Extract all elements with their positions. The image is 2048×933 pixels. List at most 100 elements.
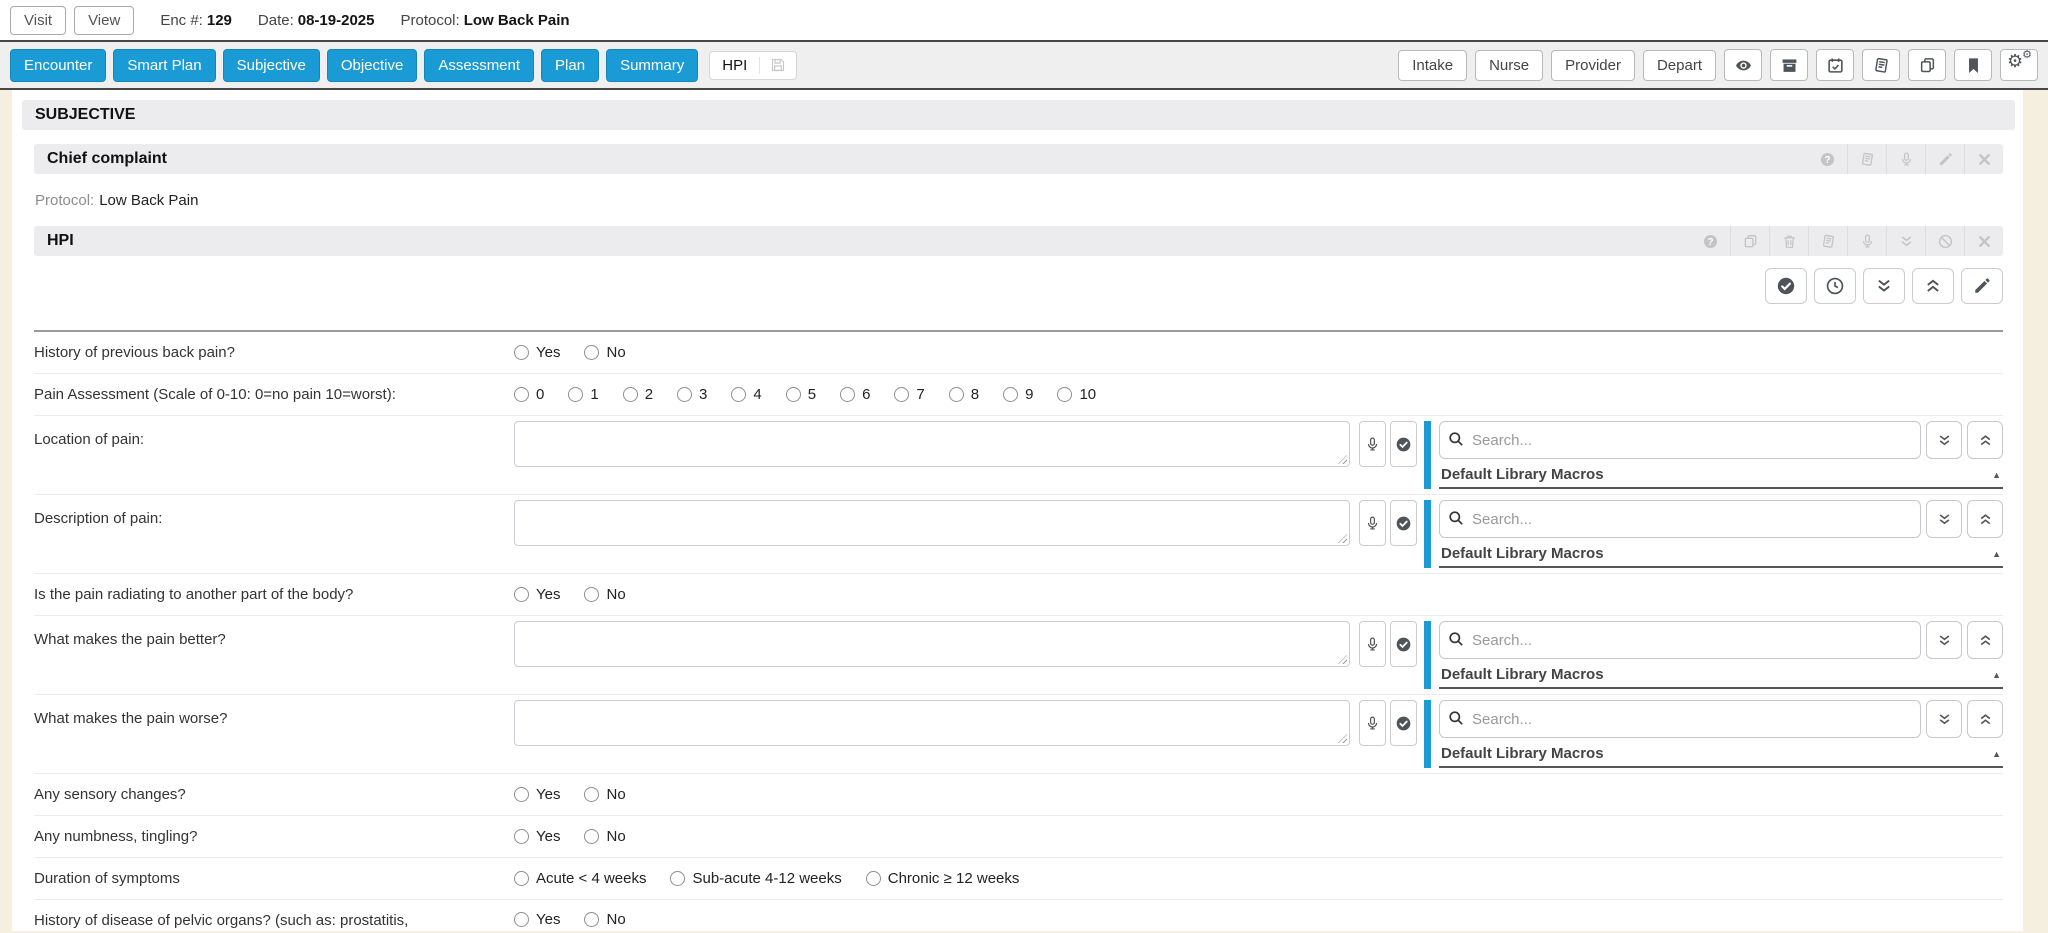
copy-forward-button[interactable] <box>1908 49 1946 81</box>
macro-search-input[interactable] <box>1439 621 1921 659</box>
nav-button-subjective[interactable]: Subjective <box>223 49 320 82</box>
radio-option[interactable]: No <box>584 911 625 928</box>
radio-option[interactable]: 9 <box>1003 386 1033 403</box>
radio-button[interactable] <box>949 387 964 402</box>
library-button[interactable] <box>1808 226 1847 256</box>
macro-collapse-all-button[interactable] <box>1967 621 2003 659</box>
radio-option[interactable]: 6 <box>840 386 870 403</box>
radio-option[interactable]: Yes <box>514 911 560 928</box>
close-button[interactable] <box>1964 226 2003 256</box>
radio-option[interactable]: 5 <box>786 386 816 403</box>
macro-search-input[interactable] <box>1439 700 1921 738</box>
archive-button[interactable] <box>1770 49 1808 81</box>
stage-button-nurse[interactable]: Nurse <box>1475 50 1543 81</box>
macro-collapse-all-button[interactable] <box>1967 700 2003 738</box>
nav-button-plan[interactable]: Plan <box>541 49 599 82</box>
radio-button[interactable] <box>840 387 855 402</box>
edit-button[interactable] <box>1925 144 1964 174</box>
radio-button[interactable] <box>514 587 529 602</box>
dictate-button[interactable] <box>1359 500 1386 546</box>
confirm-button[interactable] <box>1390 421 1417 467</box>
history-button[interactable] <box>1814 268 1856 304</box>
macro-expand-all-button[interactable] <box>1926 621 1962 659</box>
collapse-button[interactable] <box>1886 226 1925 256</box>
stage-button-depart[interactable]: Depart <box>1643 50 1716 81</box>
macro-group-header[interactable]: Default Library Macros ▲ <box>1439 661 2003 689</box>
dictate-button[interactable] <box>1359 621 1386 667</box>
bookmark-button[interactable] <box>1954 49 1992 81</box>
library-button[interactable] <box>1862 49 1900 81</box>
close-button[interactable] <box>1964 144 2003 174</box>
save-icon[interactable] <box>760 57 796 73</box>
macro-search-input[interactable] <box>1439 421 1921 459</box>
nav-button-encounter[interactable]: Encounter <box>10 49 106 82</box>
library-button[interactable] <box>1847 144 1886 174</box>
nav-button-assessment[interactable]: Assessment <box>424 49 534 82</box>
radio-option[interactable]: Yes <box>514 828 560 845</box>
radio-button[interactable] <box>568 387 583 402</box>
radio-button[interactable] <box>584 787 599 802</box>
confirm-button[interactable] <box>1390 621 1417 667</box>
radio-option[interactable]: No <box>584 828 625 845</box>
help-button[interactable]: ? <box>1691 226 1730 256</box>
macro-group-header[interactable]: Default Library Macros ▲ <box>1439 740 2003 768</box>
macro-expand-all-button[interactable] <box>1926 700 1962 738</box>
dictate-button[interactable] <box>1359 421 1386 467</box>
confirm-button[interactable] <box>1390 500 1417 546</box>
radio-button[interactable] <box>584 829 599 844</box>
dictate-button[interactable] <box>1847 226 1886 256</box>
macro-collapse-all-button[interactable] <box>1967 421 2003 459</box>
radio-button[interactable] <box>677 387 692 402</box>
radio-option[interactable]: 3 <box>677 386 707 403</box>
radio-option[interactable]: Yes <box>514 786 560 803</box>
mark-all-normal-button[interactable] <box>1765 268 1807 304</box>
stage-button-provider[interactable]: Provider <box>1551 50 1635 81</box>
radio-option[interactable]: No <box>584 344 625 361</box>
collapse-all-button[interactable] <box>1912 268 1954 304</box>
radio-option[interactable]: 10 <box>1057 386 1096 403</box>
preview-button[interactable] <box>1724 49 1762 81</box>
macro-group-header[interactable]: Default Library Macros ▲ <box>1439 461 2003 489</box>
answer-textarea[interactable] <box>514 500 1350 546</box>
radio-option[interactable]: 0 <box>514 386 544 403</box>
radio-option[interactable]: Chronic ≥ 12 weeks <box>866 870 1020 887</box>
answer-textarea[interactable] <box>514 621 1350 667</box>
macro-group-header[interactable]: Default Library Macros ▲ <box>1439 540 2003 568</box>
radio-button[interactable] <box>670 871 685 886</box>
disable-button[interactable] <box>1925 226 1964 256</box>
macro-expand-all-button[interactable] <box>1926 421 1962 459</box>
radio-option[interactable]: Yes <box>514 586 560 603</box>
nav-button-summary[interactable]: Summary <box>606 49 698 82</box>
radio-button[interactable] <box>731 387 746 402</box>
radio-button[interactable] <box>514 871 529 886</box>
radio-button[interactable] <box>514 345 529 360</box>
radio-button[interactable] <box>514 912 529 927</box>
radio-button[interactable] <box>1057 387 1072 402</box>
radio-button[interactable] <box>623 387 638 402</box>
settings-button[interactable]: ⚙⚙ <box>2000 49 2038 81</box>
delete-button[interactable] <box>1769 226 1808 256</box>
visit-button[interactable]: Visit <box>10 6 66 35</box>
radio-option[interactable]: 1 <box>568 386 598 403</box>
nav-button-smart-plan[interactable]: Smart Plan <box>113 49 215 82</box>
radio-button[interactable] <box>514 787 529 802</box>
macro-collapse-all-button[interactable] <box>1967 500 2003 538</box>
active-tab-hpi[interactable]: HPI <box>709 51 797 80</box>
radio-button[interactable] <box>584 912 599 927</box>
radio-option[interactable]: 8 <box>949 386 979 403</box>
radio-option[interactable]: 2 <box>623 386 653 403</box>
radio-button[interactable] <box>866 871 881 886</box>
radio-button[interactable] <box>514 387 529 402</box>
edit-button[interactable] <box>1961 268 2003 304</box>
dictate-button[interactable] <box>1886 144 1925 174</box>
answer-textarea[interactable] <box>514 421 1350 467</box>
nav-button-objective[interactable]: Objective <box>327 49 418 82</box>
radio-button[interactable] <box>894 387 909 402</box>
expand-all-button[interactable] <box>1863 268 1905 304</box>
radio-option[interactable]: Sub-acute 4-12 weeks <box>670 870 841 887</box>
macro-expand-all-button[interactable] <box>1926 500 1962 538</box>
radio-option[interactable]: Acute < 4 weeks <box>514 870 646 887</box>
radio-option[interactable]: No <box>584 786 625 803</box>
dictate-button[interactable] <box>1359 700 1386 746</box>
radio-option[interactable]: No <box>584 586 625 603</box>
